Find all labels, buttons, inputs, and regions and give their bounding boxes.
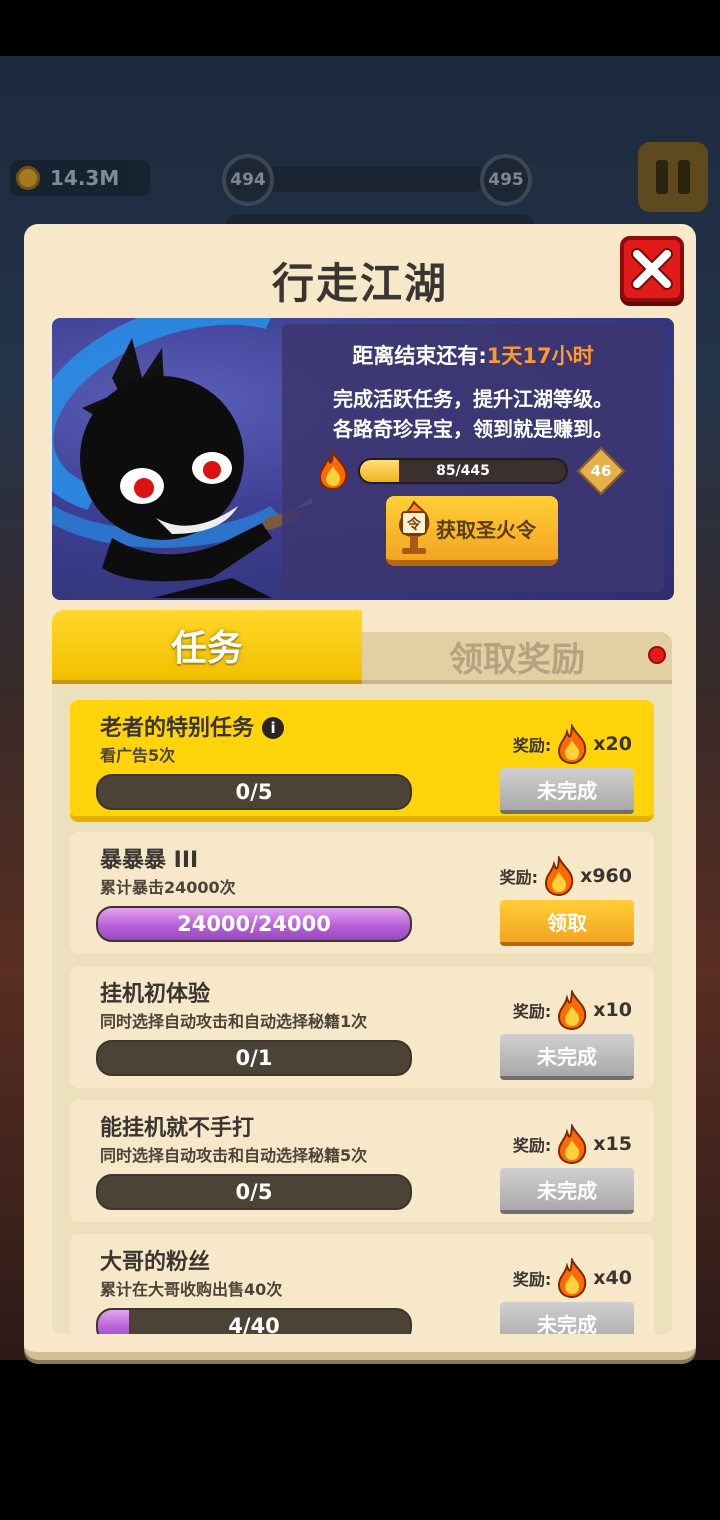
- task-card: 暴暴暴 III 累计暴击24000次 24000/24000 奖励: x960 …: [70, 832, 654, 954]
- flame-icon: [558, 724, 587, 764]
- get-token-button[interactable]: 令 获取圣火令: [386, 496, 558, 566]
- dialog-title: 行走江湖: [271, 259, 448, 308]
- desc-line: 完成活跃任务，提升江湖等级。: [333, 387, 613, 411]
- xp-progress-text: 85/445: [436, 463, 490, 479]
- task-name: 老者的特别任务 i: [100, 710, 285, 742]
- close-button[interactable]: [620, 236, 684, 302]
- coin-amount: 14.3M: [50, 166, 120, 190]
- task-list[interactable]: 老者的特别任务 i 看广告5次 0/5 奖励: x20 未完成 暴暴暴 III 累…: [52, 684, 672, 1334]
- task-description: 累计暴击24000次: [100, 878, 236, 897]
- task-reward: 奖励: x20: [513, 724, 632, 764]
- task-progress-bar: 24000/24000: [96, 906, 412, 942]
- get-token-label: 获取圣火令: [436, 517, 536, 542]
- token-icon: 令: [398, 500, 430, 554]
- task-description: 看广告5次: [100, 746, 176, 765]
- token-glyph: 令: [406, 516, 422, 533]
- level-progress-track: [262, 166, 486, 192]
- task-reward: 奖励: x960: [500, 856, 632, 896]
- task-reward: 奖励: x15: [513, 1124, 632, 1164]
- tab-tasks[interactable]: 任务: [52, 610, 362, 684]
- tab-rewards-label: 领取奖励: [449, 639, 585, 680]
- pause-icon: [678, 160, 690, 194]
- countdown-value: 1天17小时: [486, 344, 594, 368]
- event-level-badge: 46: [576, 446, 626, 496]
- coin-icon: [16, 166, 40, 190]
- level-right-badge: 495: [480, 154, 532, 206]
- pause-icon: [656, 160, 668, 194]
- flame-icon: [558, 1258, 587, 1298]
- task-name-text: 老者的特别任务: [100, 716, 255, 741]
- task-card: 能挂机就不手打 同时选择自动攻击和自动选择秘籍5次 0/5 奖励: x15 未完…: [70, 1100, 654, 1222]
- task-description: 同时选择自动攻击和自动选择秘籍1次: [100, 1012, 368, 1031]
- flame-icon: [558, 990, 587, 1030]
- info-icon[interactable]: i: [262, 717, 285, 739]
- countdown: 距离结束还有:1天17小时: [282, 340, 664, 370]
- reward-label: 奖励:: [512, 736, 552, 755]
- task-card: 挂机初体验 同时选择自动攻击和自动选择秘籍1次 0/1 奖励: x10 未完成: [70, 966, 654, 1088]
- reward-amount: x960: [580, 865, 632, 887]
- task-progress-text: 24000/24000: [177, 912, 331, 936]
- flame-icon: [545, 856, 574, 896]
- incomplete-button[interactable]: 未完成: [500, 1168, 634, 1214]
- task-name: 挂机初体验: [100, 982, 211, 1007]
- reward-label: 奖励:: [512, 1002, 552, 1021]
- desc-line: 各路奇珍异宝，领到就是赚到。: [333, 417, 613, 441]
- task-name: 能挂机就不手打: [100, 1116, 255, 1141]
- jianghu-dialog: 行走江湖 距离结束还有:1天17小时 完成活跃任务，提升江湖等级。 各路奇珍异宝…: [24, 224, 696, 1360]
- task-progress-text: 0/5: [235, 780, 273, 804]
- close-icon: [631, 248, 673, 290]
- reward-label: 奖励:: [512, 1136, 552, 1155]
- task-name: 大哥的粉丝: [100, 1250, 211, 1275]
- task-progress-text: 0/1: [235, 1046, 273, 1070]
- notification-dot: [648, 646, 666, 664]
- reward-label: 奖励:: [512, 1270, 552, 1289]
- task-description: 同时选择自动攻击和自动选择秘籍5次: [100, 1146, 368, 1165]
- event-banner: 距离结束还有:1天17小时 完成活跃任务，提升江湖等级。 各路奇珍异宝，领到就是…: [52, 318, 674, 600]
- task-reward: 奖励: x40: [513, 1258, 632, 1298]
- reward-amount: x15: [593, 1133, 632, 1155]
- tab-bar: 任务 领取奖励: [52, 610, 672, 684]
- level-left-badge: 494: [222, 154, 274, 206]
- incomplete-button[interactable]: 未完成: [500, 768, 634, 814]
- task-description: 累计在大哥收购出售40次: [100, 1280, 283, 1299]
- pause-button[interactable]: [638, 142, 708, 212]
- event-info: 距离结束还有:1天17小时 完成活跃任务，提升江湖等级。 各路奇珍异宝，领到就是…: [282, 324, 664, 592]
- reward-label: 奖励:: [499, 868, 539, 887]
- task-reward: 奖励: x10: [513, 990, 632, 1030]
- countdown-label: 距离结束还有:: [352, 344, 487, 368]
- reward-amount: x10: [593, 999, 632, 1021]
- incomplete-button[interactable]: 未完成: [500, 1302, 634, 1334]
- task-progress-bar: 0/5: [96, 1174, 412, 1210]
- tab-tasks-label: 任务: [170, 628, 243, 669]
- task-progress-bar: 4/40: [96, 1308, 412, 1334]
- event-description: 完成活跃任务，提升江湖等级。 各路奇珍异宝，领到就是赚到。: [282, 384, 664, 444]
- flame-icon: [558, 1124, 587, 1164]
- tab-rewards[interactable]: 领取奖励: [362, 632, 672, 684]
- task-card: 大哥的粉丝 累计在大哥收购出售40次 4/40 奖励: x40 未完成: [70, 1234, 654, 1334]
- screen: 14.3M 494 495 行走江湖 距离结束还有:1天17小时 完成活跃任务，…: [0, 0, 720, 1520]
- task-progress-bar: 0/5: [96, 774, 412, 810]
- coin-counter: 14.3M: [10, 160, 150, 196]
- reward-amount: x40: [593, 1267, 632, 1289]
- task-name: 暴暴暴 III: [100, 848, 199, 873]
- task-card: 老者的特别任务 i 看广告5次 0/5 奖励: x20 未完成: [70, 700, 654, 822]
- flame-icon: [318, 450, 348, 490]
- claim-button[interactable]: 领取: [500, 900, 634, 946]
- reward-amount: x20: [593, 733, 632, 755]
- incomplete-button[interactable]: 未完成: [500, 1034, 634, 1080]
- task-progress-text: 4/40: [228, 1314, 280, 1334]
- task-progress-text: 0/5: [235, 1180, 273, 1204]
- xp-progress-bar: 85/445: [358, 458, 568, 484]
- event-level-value: 46: [590, 462, 612, 480]
- ninja-illustration: [80, 338, 312, 598]
- task-progress-bar: 0/1: [96, 1040, 412, 1076]
